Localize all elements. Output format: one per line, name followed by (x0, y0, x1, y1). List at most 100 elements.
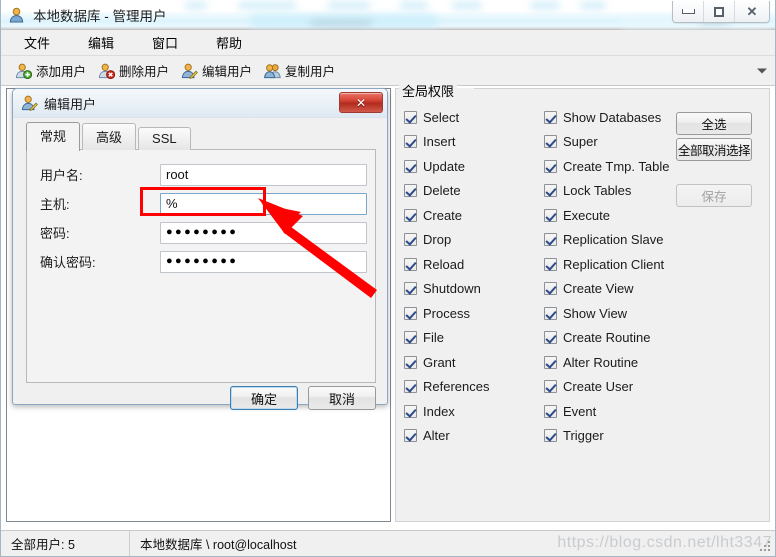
checkbox-file[interactable] (404, 331, 417, 345)
checkbox-update[interactable] (404, 159, 417, 173)
checkbox-row[interactable]: Index (404, 399, 544, 424)
dialog-tabs: 常规 高级 SSL (26, 122, 376, 151)
checkbox-select[interactable] (404, 110, 417, 124)
checkbox-row[interactable]: Event (544, 399, 694, 424)
checkbox-show-view[interactable] (544, 306, 557, 320)
select-all-button[interactable]: 全选 (676, 112, 752, 135)
checkbox-row[interactable]: Delete (404, 179, 544, 204)
username-input[interactable]: root (160, 163, 367, 186)
menu-item-help[interactable]: 帮助 (206, 30, 252, 55)
status-bar: 全部用户: 5 本地数据库 \ root@localhost (1, 530, 775, 557)
checkbox-row[interactable]: Process (404, 301, 544, 326)
checkbox-row[interactable]: References (404, 375, 544, 400)
checkbox-row[interactable]: Super (544, 130, 694, 155)
checkbox-alter-routine[interactable] (544, 355, 557, 369)
checkbox-row[interactable]: Alter Routine (544, 350, 694, 375)
checkbox-replication-slave[interactable] (544, 233, 557, 247)
checkbox-delete[interactable] (404, 184, 417, 198)
checkbox-row[interactable]: Drop (404, 228, 544, 253)
window-controls: ✕ (672, 1, 770, 23)
dialog-cancel-button[interactable]: 取消 (308, 386, 376, 410)
dialog-ok-button[interactable]: 确定 (230, 386, 298, 410)
checkbox-row[interactable]: Show View (544, 301, 694, 326)
toolbar-copy-user-button[interactable]: 复制用户 (258, 59, 341, 82)
tab-general[interactable]: 常规 (26, 122, 81, 151)
checkbox-row[interactable]: Create View (544, 277, 694, 302)
minimize-icon (681, 9, 695, 14)
checkbox-row[interactable]: Alter (404, 424, 544, 449)
maximize-button[interactable] (704, 1, 735, 22)
deselect-all-button[interactable]: 全部取消选择 (676, 138, 752, 161)
checkbox-create-tmp-table[interactable] (544, 159, 557, 173)
chevron-down-icon[interactable] (757, 68, 767, 73)
checkbox-grant[interactable] (404, 355, 417, 369)
minimize-button[interactable] (673, 1, 704, 22)
checkbox-create[interactable] (404, 208, 417, 222)
maximize-icon (714, 6, 724, 17)
checkbox-process[interactable] (404, 306, 417, 320)
checkbox-lock-tables[interactable] (544, 184, 557, 198)
checkbox-alter[interactable] (404, 429, 417, 443)
privileges-columns: Select Insert Update Delete Create Drop … (404, 105, 694, 448)
resize-grip[interactable] (760, 541, 772, 553)
checkbox-row[interactable]: Create (404, 203, 544, 228)
checkbox-row[interactable]: Trigger (544, 424, 694, 449)
checkbox-row[interactable]: Create Tmp. Table (544, 154, 694, 179)
close-icon: ✕ (746, 4, 758, 19)
host-input[interactable]: % (160, 192, 367, 215)
checkbox-references[interactable] (404, 380, 417, 394)
checkbox-row[interactable]: Shutdown (404, 277, 544, 302)
confirm-password-masked-value: ●●●●●●●● (166, 255, 239, 267)
checkbox-show-databases[interactable] (544, 110, 557, 124)
checkbox-label: Trigger (563, 428, 604, 444)
menu-item-edit[interactable]: 编辑 (78, 30, 124, 55)
checkbox-row[interactable]: Create User (544, 375, 694, 400)
confirm-password-input[interactable]: ●●●●●●●● (160, 250, 367, 273)
application-window: 本地数据库 - 管理用户 ✕ 文件 编辑 窗口 帮助 添加用户 删除用户 编辑用… (0, 0, 776, 557)
checkbox-row[interactable]: File (404, 326, 544, 351)
checkbox-drop[interactable] (404, 233, 417, 247)
checkbox-row[interactable]: Reload (404, 252, 544, 277)
checkbox-replication-client[interactable] (544, 257, 557, 271)
checkbox-row[interactable]: Update (404, 154, 544, 179)
checkbox-label: Execute (563, 207, 610, 223)
tab-advanced[interactable]: 高级 (82, 123, 137, 150)
tab-ssl[interactable]: SSL (138, 127, 191, 150)
menu-item-window[interactable]: 窗口 (142, 30, 188, 55)
checkbox-insert[interactable] (404, 135, 417, 149)
checkbox-row[interactable]: Select (404, 105, 544, 130)
checkbox-row[interactable]: Replication Client (544, 252, 694, 277)
checkbox-row[interactable]: Grant (404, 350, 544, 375)
checkbox-create-view[interactable] (544, 282, 557, 296)
checkbox-row[interactable]: Lock Tables (544, 179, 694, 204)
checkbox-reload[interactable] (404, 257, 417, 271)
checkbox-execute[interactable] (544, 208, 557, 222)
password-input[interactable]: ●●●●●●●● (160, 221, 367, 244)
toolbar-delete-user-button[interactable]: 删除用户 (92, 59, 175, 82)
checkbox-super[interactable] (544, 135, 557, 149)
checkbox-index[interactable] (404, 404, 417, 418)
form-row-password: 密码: ●●●●●●●● (27, 218, 375, 247)
close-button[interactable]: ✕ (735, 1, 769, 22)
checkbox-event[interactable] (544, 404, 557, 418)
form-row-username: 用户名: root (27, 160, 375, 189)
checkbox-create-routine[interactable] (544, 331, 557, 345)
toolbar-edit-user-button[interactable]: 编辑用户 (175, 59, 258, 82)
checkbox-label: Delete (423, 183, 461, 199)
checkbox-row[interactable]: Replication Slave (544, 228, 694, 253)
menu-item-file[interactable]: 文件 (14, 30, 60, 55)
dialog-buttons: 确定 取消 (26, 386, 376, 410)
checkbox-row[interactable]: Create Routine (544, 326, 694, 351)
checkbox-shutdown[interactable] (404, 282, 417, 296)
checkbox-row[interactable]: Execute (544, 203, 694, 228)
status-connection: 本地数据库 \ root@localhost (140, 538, 297, 552)
dialog-close-button[interactable]: ✕ (339, 92, 383, 113)
checkbox-row[interactable]: Insert (404, 130, 544, 155)
menu-bar: 文件 编辑 窗口 帮助 (1, 30, 775, 56)
checkbox-label: Show Databases (563, 109, 662, 125)
user-add-icon (15, 63, 32, 79)
checkbox-create-user[interactable] (544, 380, 557, 394)
toolbar-add-user-button[interactable]: 添加用户 (9, 59, 92, 82)
checkbox-row[interactable]: Show Databases (544, 105, 694, 130)
checkbox-trigger[interactable] (544, 429, 557, 443)
